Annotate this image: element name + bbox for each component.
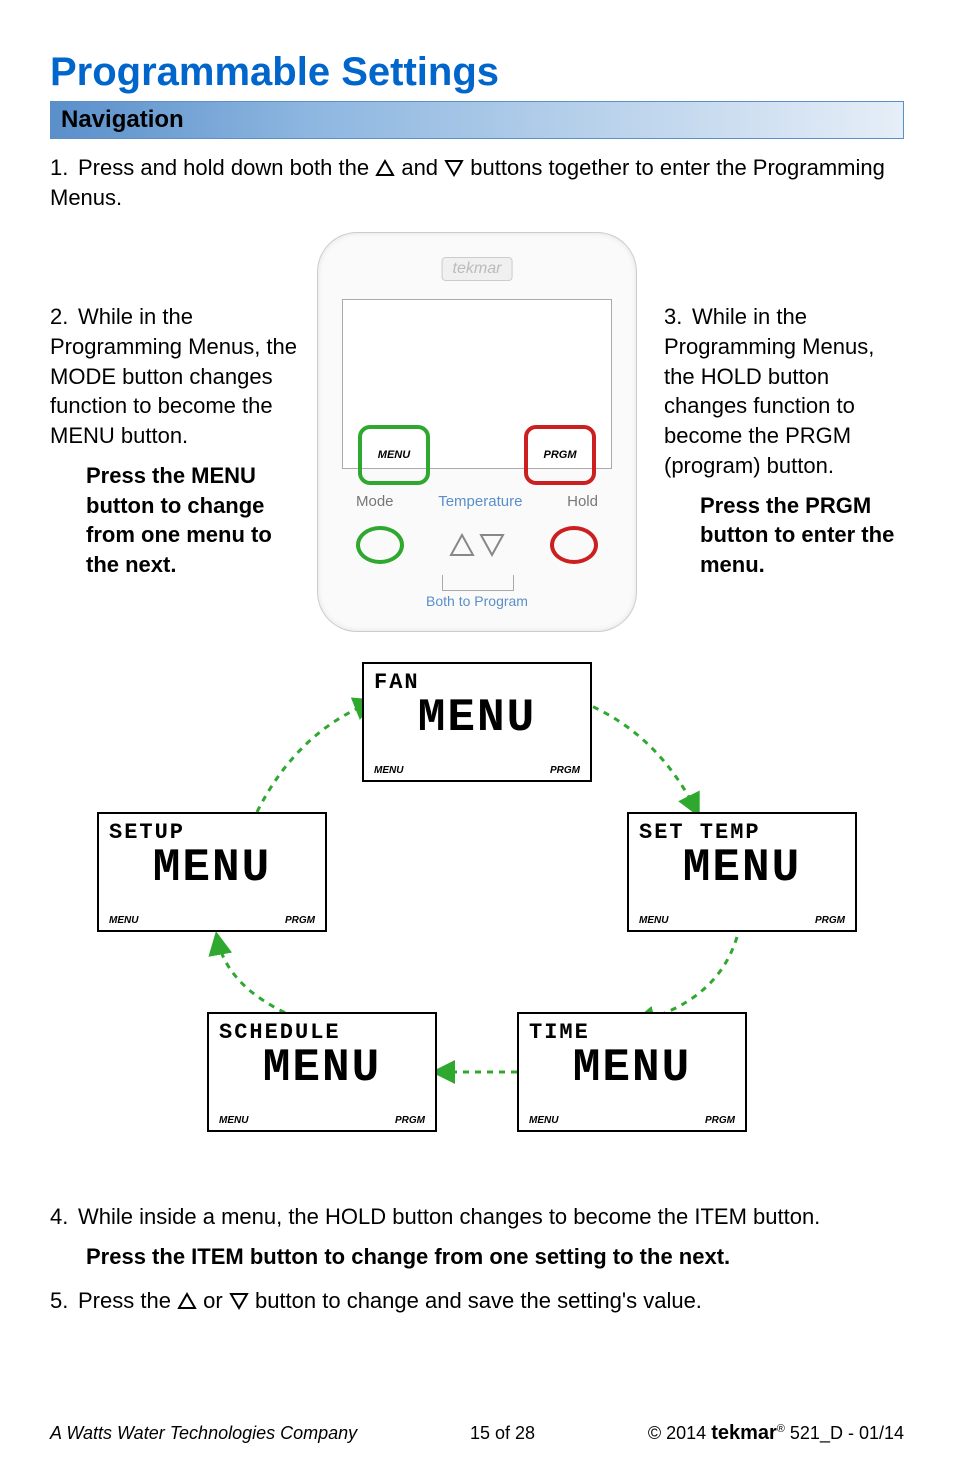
step-5-number: 5. xyxy=(50,1286,78,1316)
menu-word: MENU xyxy=(639,845,845,891)
up-triangle-icon xyxy=(177,1292,197,1310)
step-2-bold: Press the MENU button to change from one… xyxy=(50,461,300,580)
footer-docid: 521_D - 01/14 xyxy=(785,1423,904,1443)
menu-label: MENU xyxy=(378,449,410,461)
menu-word: MENU xyxy=(529,1045,735,1091)
step-4-number: 4. xyxy=(50,1202,78,1232)
button-labels-row: Mode Temperature Hold xyxy=(356,493,598,510)
footer-company: A Watts Water Technologies Company xyxy=(50,1423,357,1444)
both-to-program-label: Both to Program xyxy=(318,593,636,609)
step-3-text: While in the Programming Menus, the HOLD… xyxy=(664,304,874,477)
temperature-buttons[interactable] xyxy=(449,533,505,557)
menu-box-schedule: SCHEDULE MENU MENUPRGM xyxy=(207,1012,437,1132)
step-5-text-b: or xyxy=(197,1288,229,1313)
menu-left-tag: MENU xyxy=(639,915,668,926)
menu-left-tag: MENU xyxy=(219,1115,248,1126)
step-5-text-c: button to change and save the setting's … xyxy=(249,1288,702,1313)
menu-right-tag: PRGM xyxy=(705,1115,735,1126)
footer-brand: tekmar xyxy=(711,1422,777,1444)
menu-left-tag: MENU xyxy=(529,1115,558,1126)
footer-copy-prefix: © 2014 xyxy=(648,1423,711,1443)
temp-down-icon[interactable] xyxy=(479,533,505,557)
step-5: 5.Press the or button to change and save… xyxy=(50,1286,904,1316)
menu-button-highlight: MENU xyxy=(358,425,430,485)
temp-up-icon[interactable] xyxy=(449,533,475,557)
menu-box-setup: SETUP MENU MENUPRGM xyxy=(97,812,327,932)
hold-label: Hold xyxy=(567,493,598,510)
prgm-button-highlight: PRGM xyxy=(524,425,596,485)
menu-left-tag: MENU xyxy=(109,915,138,926)
step-4-text: While inside a menu, the HOLD button cha… xyxy=(78,1204,820,1229)
step-4-bold: Press the ITEM button to change from one… xyxy=(50,1242,904,1272)
page-footer: A Watts Water Technologies Company 15 of… xyxy=(50,1422,904,1445)
menu-cycle-diagram: FAN MENU MENUPRGM SET TEMP MENU MENUPRGM… xyxy=(97,662,857,1182)
step-3-bold: Press the PRGM button to enter the menu. xyxy=(664,491,904,580)
menu-box-time: TIME MENU MENUPRGM xyxy=(517,1012,747,1132)
mode-label: Mode xyxy=(356,493,394,510)
menu-box-fan: FAN MENU MENUPRGM xyxy=(362,662,592,782)
footer-copyright: © 2014 tekmar® 521_D - 01/14 xyxy=(648,1422,904,1445)
footer-page-number: 15 of 28 xyxy=(470,1423,535,1444)
menu-word: MENU xyxy=(374,695,580,741)
menu-right-tag: PRGM xyxy=(550,765,580,776)
step-3: 3.While in the Programming Menus, the HO… xyxy=(664,302,904,480)
step-1-text-a: Press and hold down both the xyxy=(78,155,375,180)
step-2: 2.While in the Programming Menus, the MO… xyxy=(50,302,300,450)
menu-left-tag: MENU xyxy=(374,765,403,776)
step-3-number: 3. xyxy=(664,302,692,332)
step-2-number: 2. xyxy=(50,302,78,332)
bracket-icon xyxy=(442,575,514,591)
step-1: 1.Press and hold down both the and butto… xyxy=(50,153,904,212)
step-1-text-b: and xyxy=(395,155,444,180)
mode-button[interactable] xyxy=(356,526,404,564)
step-4: 4.While inside a menu, the HOLD button c… xyxy=(50,1202,904,1232)
temperature-label: Temperature xyxy=(438,493,522,510)
thermostat-device: tekmar MENU PRGM Mode Temperature Hold xyxy=(317,232,637,632)
device-logo: tekmar xyxy=(442,257,513,281)
step-1-number: 1. xyxy=(50,153,78,183)
up-triangle-icon xyxy=(375,159,395,177)
menu-right-tag: PRGM xyxy=(815,915,845,926)
menu-right-tag: PRGM xyxy=(395,1115,425,1126)
menu-word: MENU xyxy=(109,845,315,891)
page-title: Programmable Settings xyxy=(50,50,904,95)
menu-right-tag: PRGM xyxy=(285,915,315,926)
section-header: Navigation xyxy=(50,101,904,139)
menu-word: MENU xyxy=(219,1045,425,1091)
down-triangle-icon xyxy=(444,159,464,177)
menu-box-settemp: SET TEMP MENU MENUPRGM xyxy=(627,812,857,932)
hold-button[interactable] xyxy=(550,526,598,564)
prgm-label: PRGM xyxy=(544,449,577,461)
registered-icon: ® xyxy=(777,1423,785,1435)
step-5-text-a: Press the xyxy=(78,1288,177,1313)
step-2-text: While in the Programming Menus, the MODE… xyxy=(50,304,297,448)
down-triangle-icon xyxy=(229,1292,249,1310)
